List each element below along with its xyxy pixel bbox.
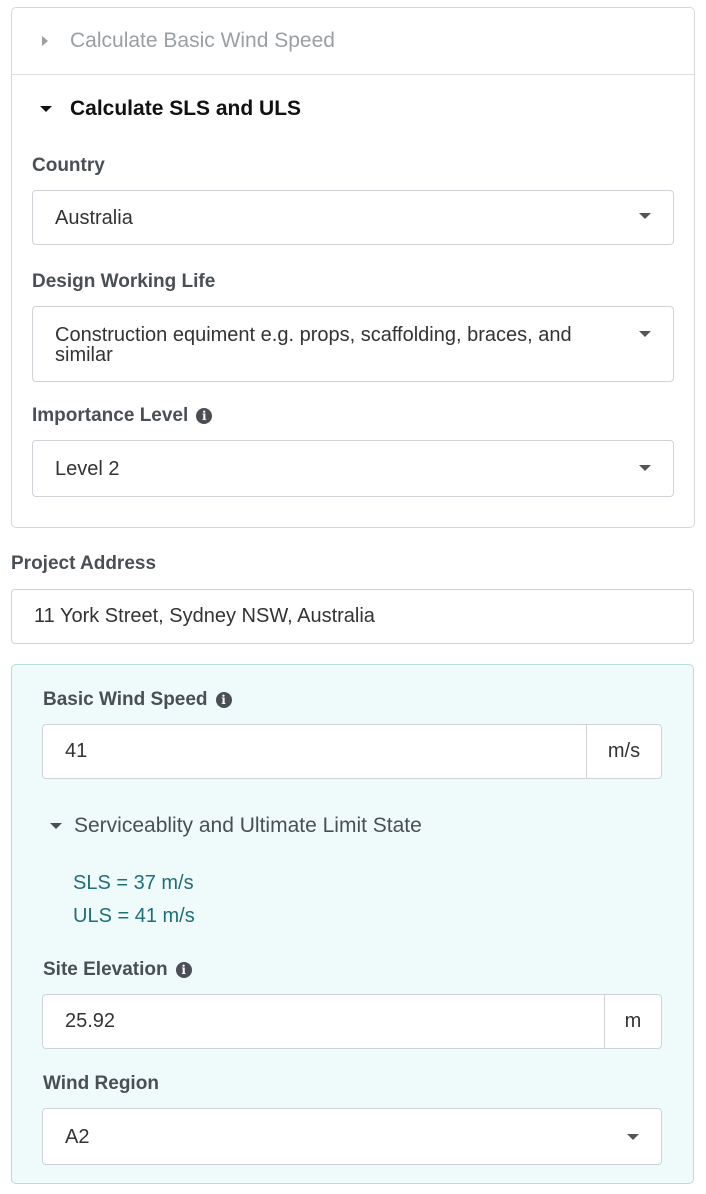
chevron-down-icon xyxy=(639,213,651,219)
basic-wind-speed-value: 41 xyxy=(65,740,88,762)
design-working-life-select[interactable]: Construction equiment e.g. props, scaffo… xyxy=(32,306,674,382)
chevron-down-icon xyxy=(627,1134,639,1140)
design-working-life-value-line1: Construction equiment e.g. props, scaffo… xyxy=(55,324,572,346)
site-elevation-label-text: Site Elevation xyxy=(43,959,168,980)
site-elevation-unit: m xyxy=(604,994,662,1049)
accordion-title-basic-wind-speed: Calculate Basic Wind Speed xyxy=(70,29,335,52)
uls-result: ULS = 41 m/s xyxy=(73,905,195,927)
importance-level-select[interactable]: Level 2 xyxy=(32,440,674,497)
info-icon[interactable]: i xyxy=(215,692,232,708)
limit-state-toggle[interactable]: Serviceablity and Ultimate Limit State xyxy=(50,814,422,838)
accordion-title-sls-uls: Calculate SLS and ULS xyxy=(70,96,302,120)
caret-down-icon xyxy=(50,823,62,829)
info-icon[interactable]: i xyxy=(175,962,192,978)
design-working-life-value-line2: similar xyxy=(55,344,113,366)
site-elevation-unit-text: m xyxy=(624,1010,642,1032)
basic-wind-speed-unit: m/s xyxy=(586,724,662,779)
project-address-input[interactable]: 11 York Street, Sydney NSW, Australia xyxy=(11,589,694,644)
basic-wind-speed-label: Basic Wind Speed i xyxy=(43,689,232,711)
chevron-down-icon xyxy=(639,331,651,337)
design-working-life-label-text: Design Working Life xyxy=(32,271,216,292)
design-working-life-label: Design Working Life xyxy=(32,271,215,293)
importance-level-select-value: Level 2 xyxy=(55,458,120,480)
info-icon[interactable]: i xyxy=(196,408,213,424)
site-elevation-input-group: 25.92 m xyxy=(42,994,662,1049)
site-elevation-value: 25.92 xyxy=(65,1010,116,1032)
chevron-down-icon xyxy=(639,465,651,471)
wind-region-label: Wind Region xyxy=(43,1073,159,1095)
basic-wind-speed-unit-text: m/s xyxy=(607,740,641,762)
country-select[interactable]: Australia xyxy=(32,190,674,245)
importance-level-label-text: Importance Level xyxy=(32,405,189,426)
accordion-header-basic-wind-speed[interactable]: Calculate Basic Wind Speed xyxy=(12,8,694,75)
caret-right-icon xyxy=(42,36,48,46)
wind-region-select-value: A2 xyxy=(65,1126,90,1148)
wind-region-select[interactable]: A2 xyxy=(42,1108,662,1165)
country-label: Country xyxy=(32,155,105,177)
country-label-text: Country xyxy=(32,155,105,176)
basic-wind-speed-label-text: Basic Wind Speed xyxy=(43,689,208,710)
limit-state-toggle-label: Serviceablity and Ultimate Limit State xyxy=(74,814,422,837)
sls-result: SLS = 37 m/s xyxy=(73,872,194,894)
country-select-value: Australia xyxy=(55,207,133,229)
project-address-label: Project Address xyxy=(11,553,156,575)
wind-region-label-text: Wind Region xyxy=(43,1073,159,1094)
site-elevation-label: Site Elevation i xyxy=(43,959,192,981)
caret-down-icon xyxy=(40,105,52,112)
project-address-label-text: Project Address xyxy=(11,553,157,574)
accordion-header-sls-uls[interactable]: Calculate SLS and ULS xyxy=(12,75,694,142)
basic-wind-speed-input-group: 41 m/s xyxy=(42,724,662,779)
project-address-value: 11 York Street, Sydney NSW, Australia xyxy=(34,605,375,627)
site-elevation-input[interactable]: 25.92 xyxy=(42,994,604,1049)
importance-level-label: Importance Level i xyxy=(32,405,213,427)
basic-wind-speed-input[interactable]: 41 xyxy=(42,724,586,779)
